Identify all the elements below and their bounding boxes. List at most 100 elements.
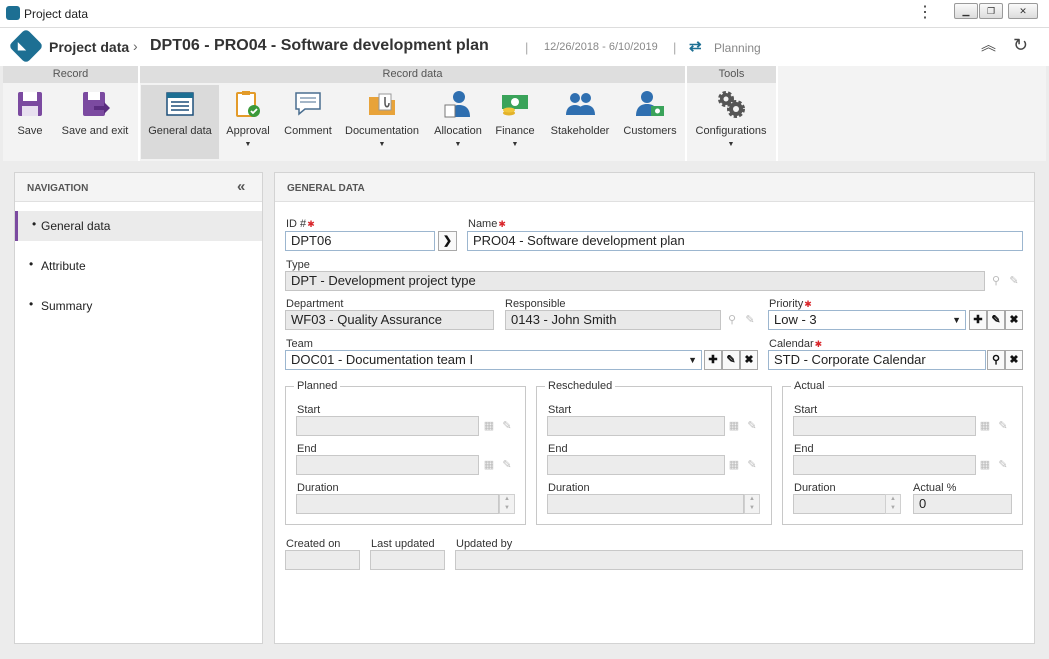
rescheduled-legend: Rescheduled [548,380,613,392]
clear-icon: ✎ [747,459,757,471]
created-on-label: Created on [286,538,341,550]
navigation-header: NAVIGATION « [15,173,262,202]
save-icon [18,92,42,116]
customers-button[interactable]: Customers [619,85,681,159]
comment-button[interactable]: Comment [279,85,337,159]
breadcrumb-root[interactable]: Project data [49,39,129,55]
required-icon: ✱ [307,219,315,229]
last-updated-label: Last updated [371,538,435,550]
chevron-down-icon: ▼ [454,141,462,148]
panel-header: GENERAL DATA [275,173,1034,202]
id-field[interactable]: DPT06 [285,231,435,251]
calendar-icon: ▦ [483,420,495,432]
calendar-field[interactable]: STD - Corporate Calendar [768,350,986,370]
planned-start-label: Start [297,404,321,416]
general-data-label: General data [148,125,212,137]
ribbon-group-divider [138,66,140,161]
calendar-label: Calendar✱ [769,338,823,350]
finance-button[interactable]: Finance ▼ [491,85,539,159]
page-header: ◣ Project data › DPT06 - PRO04 - Softwar… [0,28,1049,66]
updated-by-label: Updated by [456,538,513,550]
duration-stepper: ▲ ▼ [885,494,901,514]
collapse-panel-icon[interactable]: « [237,178,245,195]
comment-label: Comment [284,125,332,137]
ribbon-toolbar: Record Record data Tools Save Save and e… [3,66,1046,161]
add-button[interactable]: ✚ [704,350,722,370]
search-button[interactable]: ⚲ [987,350,1005,370]
clear-button[interactable]: ✖ [1005,350,1023,370]
calendar-icon: ▦ [728,420,740,432]
stakeholder-button[interactable]: Stakeholder [545,85,615,159]
save-button[interactable]: Save [7,85,53,159]
actual-percent-label: Actual % [913,482,957,494]
restore-button[interactable]: ❐ [979,3,1003,19]
clear-button[interactable]: ✖ [1005,310,1023,330]
chevron-down-icon: ▼ [952,315,961,325]
rescheduled-end-field [547,455,725,475]
actual-duration-label: Duration [794,482,836,494]
priority-value: Low - 3 [774,312,817,327]
duration-stepper: ▲ ▼ [499,494,515,514]
name-label: Name✱ [468,218,506,230]
allocation-label: Allocation [434,125,482,137]
planning-icon[interactable]: ⇄ [689,38,709,56]
nav-item-label: General data [41,219,111,233]
close-button[interactable]: ✕ [1008,3,1038,19]
more-options-icon[interactable]: ⋮ [917,5,933,21]
nav-item-attribute[interactable]: • Attribute [15,251,262,281]
search-icon: ⚲ [991,275,1001,287]
planned-duration-label: Duration [297,482,339,494]
chevron-down-icon: ▼ [378,141,386,148]
priority-select[interactable]: Low - 3 ▼ [768,310,966,330]
required-icon: ✱ [498,219,506,229]
search-icon: ⚲ [727,314,737,326]
documentation-button[interactable]: Documentation ▼ [341,85,423,159]
required-icon: ✱ [814,339,823,349]
refresh-icon[interactable]: ↻ [1013,36,1028,54]
minimize-button[interactable]: ▁ [954,3,978,19]
planning-link[interactable]: Planning [714,41,761,55]
collapse-header-icon[interactable]: ︽ [981,37,996,55]
clear-icon: ✎ [745,314,755,326]
header-divider: | [525,40,529,55]
last-updated-field [370,550,445,570]
clear-button[interactable]: ✖ [740,350,758,370]
ribbon-group-tools: Tools [687,66,776,83]
general-data-panel: GENERAL DATA ID #✱ DPT06 ❯ Name✱ PRO04 -… [274,172,1035,644]
general-data-button[interactable]: General data [141,85,219,159]
save-exit-icon [83,92,110,116]
add-button[interactable]: ✚ [969,310,987,330]
type-label: Type [286,259,310,271]
allocation-button[interactable]: Allocation ▼ [429,85,487,159]
approval-icon [236,91,260,117]
edit-button[interactable]: ✎ [987,310,1005,330]
bullet-icon: • [29,257,34,271]
name-field[interactable]: PRO04 - Software development plan [467,231,1023,251]
configurations-button[interactable]: Configurations ▼ [689,85,773,159]
department-label: Department [286,298,344,310]
updated-by-field [455,550,1023,570]
team-select[interactable]: DOC01 - Documentation team I ▼ [285,350,702,370]
planned-end-field [296,455,479,475]
nav-item-summary[interactable]: • Summary [15,291,262,321]
save-and-exit-button[interactable]: Save and exit [57,85,133,159]
window-titlebar: Project data ⋮ ▁ ❐ ✕ [0,0,1049,28]
clear-icon: ✎ [1009,275,1019,287]
chevron-down-icon: ▼ [727,141,735,148]
allocation-icon [444,91,470,118]
calendar-icon: ▦ [979,420,991,432]
responsible-label: Responsible [505,298,566,310]
approval-button[interactable]: Approval ▼ [221,85,275,159]
calendar-icon: ▦ [728,459,740,471]
general-data-icon [166,92,194,116]
rescheduled-start-label: Start [548,404,572,416]
configurations-label: Configurations [695,125,767,137]
edit-button[interactable]: ✎ [722,350,740,370]
planned-start-field [296,416,479,436]
rescheduled-start-field [547,416,725,436]
next-arrow-button[interactable]: ❯ [438,231,457,251]
ribbon-group-record-data: Record data [140,66,685,83]
calendar-icon: ▦ [483,459,495,471]
finance-label: Finance [495,125,535,137]
nav-item-general-data[interactable]: • General data [15,211,262,241]
